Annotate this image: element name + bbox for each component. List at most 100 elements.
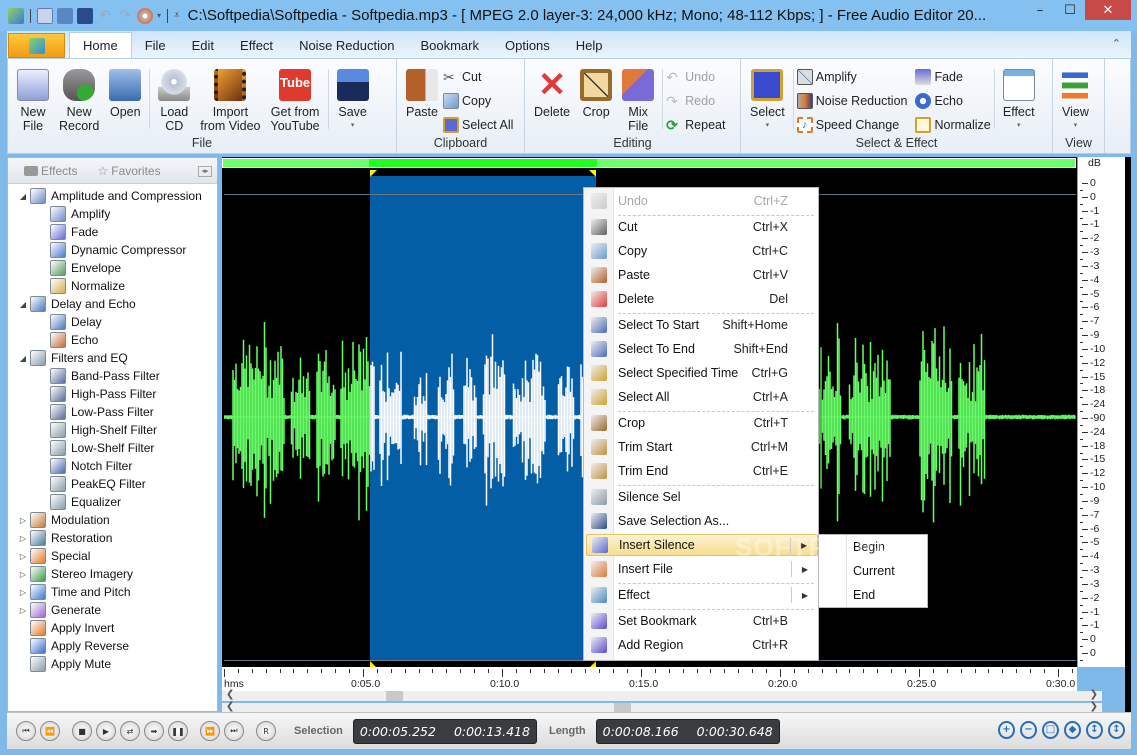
tree-item[interactable]: Low-Shelf Filter xyxy=(8,439,217,457)
collapse-arrow-icon[interactable]: ◢ xyxy=(16,192,30,201)
zoom-in-vertical-button[interactable]: ↕ xyxy=(1086,721,1103,739)
tree-item[interactable]: Delay xyxy=(8,313,217,331)
rewind-button[interactable]: ⏪ xyxy=(40,721,60,741)
tree-item[interactable]: Apply Reverse xyxy=(8,637,217,655)
tree-item[interactable]: Normalize xyxy=(8,277,217,295)
menu-item-crop[interactable]: Crop Ctrl+T xyxy=(586,412,818,434)
tree-item[interactable]: Band-Pass Filter xyxy=(8,367,217,385)
tree-item[interactable]: ▷ Special xyxy=(8,547,217,565)
tree-item[interactable]: Echo xyxy=(8,331,217,349)
tree-item[interactable]: ▷ Generate xyxy=(8,601,217,619)
new-file-icon[interactable] xyxy=(37,7,53,24)
undo-icon[interactable]: ↶ xyxy=(97,8,113,24)
tree-item[interactable]: Apply Invert xyxy=(8,619,217,637)
close-button[interactable]: ✕ xyxy=(1085,0,1131,20)
menu-item-trim-start[interactable]: Trim Start Ctrl+M xyxy=(586,436,818,458)
qat-dropdown-icon[interactable]: ▾ xyxy=(157,11,161,20)
scroll-left-icon[interactable]: ❮ xyxy=(226,689,234,700)
go-start-button[interactable]: ⏮ xyxy=(16,721,36,741)
tree-item[interactable]: Envelope xyxy=(8,259,217,277)
tab-home[interactable]: Home xyxy=(69,32,132,58)
scroll-right-icon[interactable]: ❯ xyxy=(1090,701,1098,712)
tree-item[interactable]: Low-Pass Filter xyxy=(8,403,217,421)
scroll-left-icon[interactable]: ❮ xyxy=(226,701,234,712)
tree-item[interactable]: Notch Filter xyxy=(8,457,217,475)
app-menu-icon[interactable] xyxy=(8,7,24,24)
selection-end-marker[interactable] xyxy=(589,170,596,177)
tab-help[interactable]: Help xyxy=(563,34,616,58)
ribbon-collapse-icon[interactable]: ⌃ xyxy=(1112,37,1121,50)
tab-effect[interactable]: Effect xyxy=(227,34,286,58)
menu-item-trim-end[interactable]: Trim End Ctrl+E xyxy=(586,460,818,482)
tab-noise-reduction[interactable]: Noise Reduction xyxy=(286,34,407,58)
menu-item-copy[interactable]: Copy Ctrl+C xyxy=(586,240,818,262)
zoom-selection-button[interactable]: □ xyxy=(1042,721,1059,739)
scroll-thumb[interactable] xyxy=(386,691,403,701)
maximize-button[interactable]: ☐ xyxy=(1055,0,1085,20)
menu-item-set-bookmark[interactable]: Set Bookmark Ctrl+B xyxy=(586,610,818,632)
overview-bar[interactable] xyxy=(222,158,1076,168)
expand-arrow-icon[interactable]: ▷ xyxy=(16,606,30,615)
undo-button[interactable]: ↶ Undo xyxy=(666,67,725,87)
menu-item-add-region[interactable]: Add Region Ctrl+R xyxy=(586,634,818,656)
tree-item[interactable]: High-Pass Filter xyxy=(8,385,217,403)
amplify-button[interactable]: Amplify xyxy=(796,67,908,87)
tab-effects[interactable]: Effects xyxy=(24,164,77,178)
tree-item[interactable]: ▷ Restoration xyxy=(8,529,217,547)
cd-icon[interactable] xyxy=(137,7,153,24)
horizontal-scrollbar[interactable]: ❮ ❯ xyxy=(222,689,1102,701)
tab-options[interactable]: Options xyxy=(492,34,563,58)
tree-item[interactable]: ◢ Delay and Echo xyxy=(8,295,217,313)
menu-item-select-specified-time[interactable]: Select Specified Time Ctrl+G xyxy=(586,362,818,384)
save-icon[interactable] xyxy=(77,7,93,24)
redo-button[interactable]: ↷ Redo xyxy=(666,91,725,111)
selection-start-marker[interactable] xyxy=(370,170,377,177)
speed-change-button[interactable]: ♪ Speed Change xyxy=(796,115,908,135)
go-end-button[interactable]: ⏭ xyxy=(224,721,244,741)
menu-item-select-to-start[interactable]: Select To Start Shift+Home xyxy=(586,314,818,336)
tree-item[interactable]: ◢ Filters and EQ xyxy=(8,349,217,367)
normalize-button[interactable]: Normalize xyxy=(915,115,991,135)
expand-arrow-icon[interactable]: ▷ xyxy=(16,552,30,561)
tree-item[interactable]: ◢ Amplitude and Compression xyxy=(8,187,217,205)
tab-edit[interactable]: Edit xyxy=(179,34,227,58)
redo-icon[interactable]: ↷ xyxy=(117,8,133,24)
panel-nav-arrows-icon[interactable]: ◂▸ xyxy=(198,166,212,177)
repeat-button[interactable]: ⟳ Repeat xyxy=(666,115,725,135)
tab-file[interactable]: File xyxy=(132,34,179,58)
tree-item[interactable]: High-Shelf Filter xyxy=(8,421,217,439)
menu-item-effect[interactable]: Effect ▶ xyxy=(586,584,818,606)
zoom-all-button[interactable]: ◆ xyxy=(1064,721,1081,739)
menu-item-select-all[interactable]: Select All Ctrl+A xyxy=(586,386,818,408)
tab-favorites[interactable]: ☆ Favorites xyxy=(97,164,160,178)
open-icon[interactable] xyxy=(57,7,73,24)
expand-arrow-icon[interactable]: ▷ xyxy=(16,588,30,597)
copy-button[interactable]: Copy xyxy=(443,91,513,111)
play-selection-button[interactable]: ➡ xyxy=(144,721,164,741)
collapse-arrow-icon[interactable]: ◢ xyxy=(16,354,30,363)
application-button[interactable] xyxy=(8,33,65,58)
zoom-out-button[interactable]: − xyxy=(1020,721,1037,739)
menu-item-delete[interactable]: Delete Del xyxy=(586,288,818,310)
cut-button[interactable]: ✂ Cut xyxy=(443,67,513,87)
tab-bookmark[interactable]: Bookmark xyxy=(407,34,492,58)
collapse-arrow-icon[interactable]: ◢ xyxy=(16,300,30,309)
submenu-item-end[interactable]: End xyxy=(853,588,875,602)
minimize-button[interactable]: – xyxy=(1025,0,1055,20)
tree-item[interactable]: PeakEQ Filter xyxy=(8,475,217,493)
tree-item[interactable]: Fade xyxy=(8,223,217,241)
noise-reduction-button[interactable]: Noise Reduction xyxy=(796,91,907,111)
expand-arrow-icon[interactable]: ▷ xyxy=(16,516,30,525)
overview-selection[interactable] xyxy=(369,159,597,167)
tree-item[interactable]: ▷ Time and Pitch xyxy=(8,583,217,601)
echo-button[interactable]: Echo xyxy=(915,91,990,111)
qat-customize-icon[interactable]: ⩡ xyxy=(174,10,180,21)
play-button[interactable]: ▶ xyxy=(96,721,116,741)
submenu-item-current[interactable]: Current xyxy=(853,564,895,578)
record-button[interactable]: R xyxy=(256,721,276,741)
menu-item-paste[interactable]: Paste Ctrl+V xyxy=(586,264,818,286)
tree-item[interactable]: ▷ Modulation xyxy=(8,511,217,529)
tree-item[interactable]: Apply Mute xyxy=(8,655,217,673)
menu-item-undo[interactable]: Undo Ctrl+Z xyxy=(586,190,818,212)
tree-item[interactable]: Dynamic Compressor xyxy=(8,241,217,259)
